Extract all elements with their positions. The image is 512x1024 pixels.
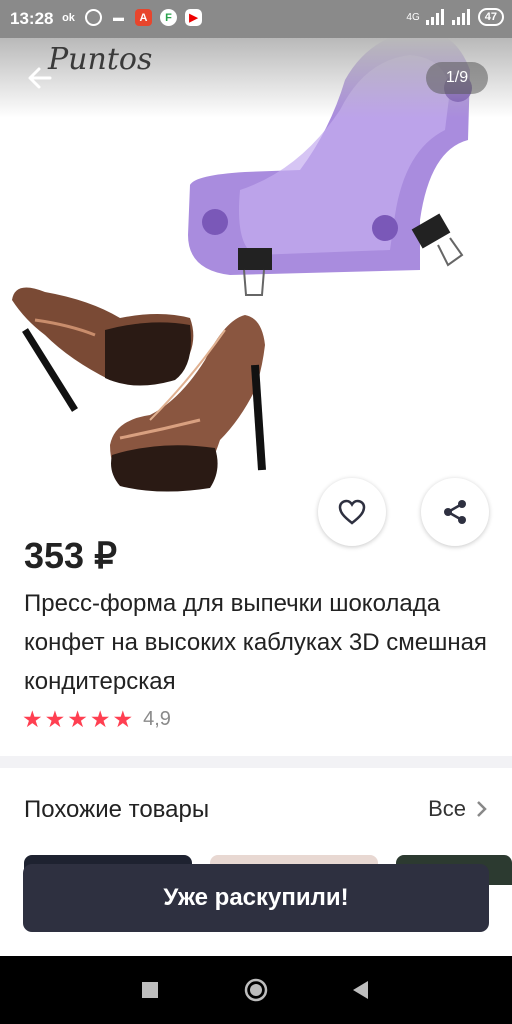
favorite-button[interactable] bbox=[318, 478, 386, 546]
home-icon bbox=[244, 978, 268, 1002]
f-app-icon: F bbox=[160, 9, 177, 26]
product-price: 353 ₽ bbox=[24, 535, 117, 576]
star-icon: ★ bbox=[89, 706, 111, 732]
system-navigation-bar bbox=[0, 956, 512, 1024]
star-icon: ★ bbox=[67, 706, 88, 732]
rating-value: 4,9 bbox=[143, 707, 171, 730]
car-icon: ▬ bbox=[113, 11, 124, 24]
status-notification-icons: ok ▬ A F ▶ bbox=[60, 9, 202, 26]
share-icon bbox=[444, 500, 466, 524]
stop-icon bbox=[142, 982, 158, 998]
product-rating[interactable]: ★ ★ ★ ★ ★ 4,9 bbox=[22, 706, 171, 732]
battery-indicator: 47 bbox=[477, 8, 504, 26]
image-page-counter: 1/9 bbox=[426, 62, 488, 94]
back-arrow-icon bbox=[28, 67, 52, 89]
brand-watermark: Puntos bbox=[48, 42, 153, 77]
status-bar: 13:28 ok ▬ A F ▶ 4G 47 bbox=[0, 0, 512, 38]
star-icon: ★ bbox=[44, 706, 66, 732]
star-icon: ★ bbox=[112, 706, 134, 732]
system-back-button[interactable] bbox=[346, 976, 374, 1004]
section-divider bbox=[0, 756, 512, 768]
product-image-gallery[interactable]: Puntos 1/9 bbox=[0, 0, 512, 510]
signal-icon bbox=[425, 9, 444, 25]
network-label: 4G bbox=[406, 11, 420, 23]
home-button[interactable] bbox=[242, 976, 270, 1004]
status-time: 13:28 bbox=[10, 9, 54, 28]
back-triangle-icon bbox=[353, 981, 368, 999]
see-all-link[interactable]: Все bbox=[428, 796, 488, 822]
signal-icon-2 bbox=[451, 9, 470, 25]
product-title: Пресс-форма для выпечки шоколада конфет … bbox=[24, 590, 487, 695]
star-icon: ★ bbox=[22, 706, 43, 732]
aliexpress-icon: A bbox=[135, 9, 152, 26]
similar-section-title: Похожие товары bbox=[24, 796, 210, 823]
sold-out-button[interactable]: Уже раскупили! bbox=[23, 864, 489, 932]
share-button[interactable] bbox=[421, 478, 489, 546]
back-button[interactable] bbox=[24, 62, 56, 94]
chevron-right-icon bbox=[477, 801, 487, 817]
heart-icon bbox=[338, 499, 366, 525]
see-all-label: Все bbox=[428, 796, 466, 821]
youtube-icon: ▶ bbox=[185, 9, 202, 26]
status-right: 4G 47 bbox=[406, 8, 504, 26]
recent-apps-button[interactable] bbox=[136, 976, 164, 1004]
ok-icon: ok bbox=[62, 11, 75, 24]
sync-icon bbox=[85, 9, 102, 26]
